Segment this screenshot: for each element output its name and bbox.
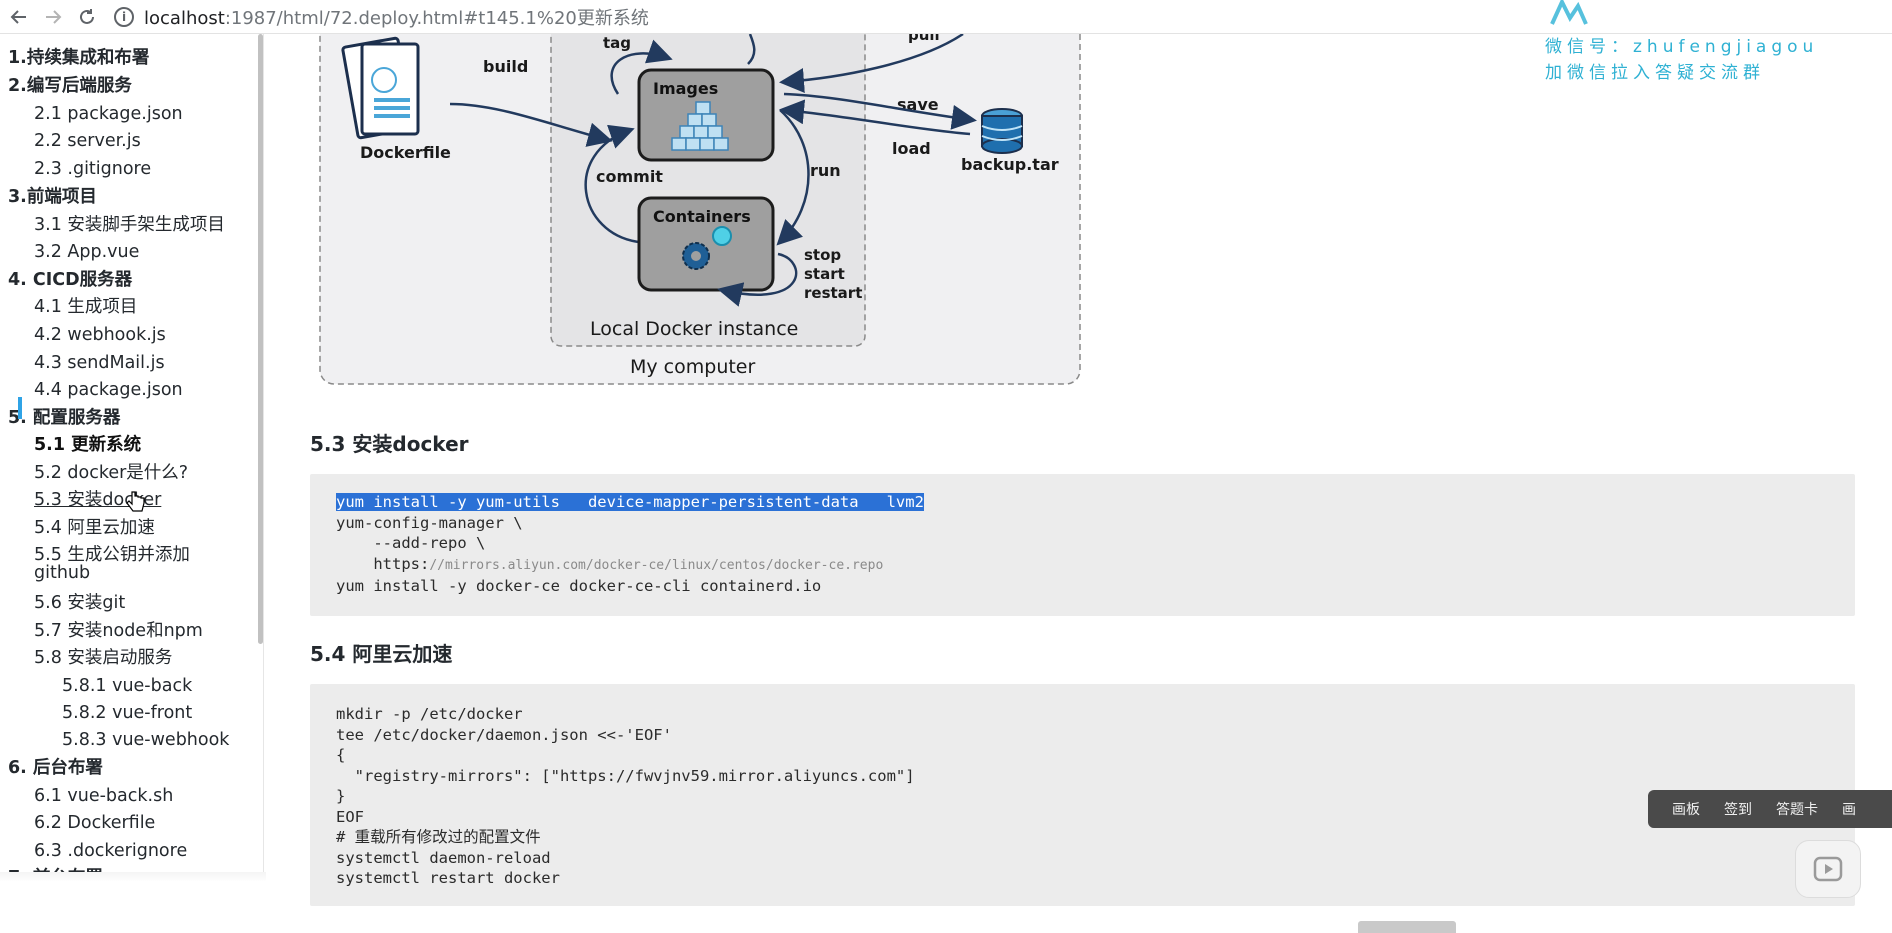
- reload-icon: [80, 8, 94, 24]
- build-label: build: [483, 57, 528, 76]
- toc-item[interactable]: 5.8.3 vue-webhook: [62, 728, 229, 752]
- code-line: https://mirrors.aliyun.com/docker-ce/lin…: [336, 555, 883, 573]
- docker-diagram: Dockerfile build tag pull Images save lo…: [319, 34, 1081, 385]
- toolbar-item[interactable]: 签到: [1724, 799, 1752, 819]
- code-line: yum-config-manager \: [336, 513, 523, 532]
- address-bar[interactable]: i localhost:1987/html/72.deploy.html#t14…: [114, 2, 649, 32]
- toc-item[interactable]: 4.1 生成项目: [34, 295, 137, 319]
- code-comment: //mirrors.aliyun.com/docker-ce/linux/cen…: [429, 557, 884, 573]
- toc-item[interactable]: 6.2 Dockerfile: [34, 811, 155, 835]
- toc-item[interactable]: 3.2 App.vue: [34, 240, 139, 264]
- toc-item[interactable]: 5.1 更新系统: [34, 433, 141, 457]
- hand-cursor-icon: [126, 491, 145, 512]
- database-icon: [981, 108, 1023, 154]
- code-block-aliyun-mirror[interactable]: mkdir -p /etc/docker tee /etc/docker/dae…: [310, 684, 1855, 906]
- section-heading-aliyun-mirror: 5.4 阿里云加速: [310, 642, 453, 666]
- toolbar-item[interactable]: 答题卡: [1776, 799, 1818, 819]
- code-line: tee /etc/docker/daemon.json <<-'EOF': [336, 725, 672, 744]
- code-text: https:: [336, 554, 430, 573]
- code-line-selected[interactable]: yum install -y yum-utils device-mapper-p…: [336, 493, 924, 511]
- toc-sidebar: 1.持续集成和布署 2.编写后端服务 2.1 package.json 2.2 ser…: [0, 34, 264, 878]
- url-path: :1987/html/72.deploy.html#t145.1%20更新系统: [224, 7, 649, 29]
- toc-item[interactable]: 4. CICD服务器: [8, 268, 132, 292]
- restart-label: restart: [804, 284, 862, 302]
- section-heading-install-docker: 5.3 安装docker: [310, 432, 469, 456]
- toc-item[interactable]: 2.编写后端服务: [8, 74, 132, 98]
- pull-label: pull: [908, 34, 940, 44]
- toc-item[interactable]: 4.3 sendMail.js: [34, 351, 165, 375]
- my-computer-label: My computer: [630, 356, 755, 378]
- bottom-element: [1358, 921, 1456, 933]
- run-label: run: [810, 161, 841, 180]
- arrow-left-icon: [10, 9, 26, 24]
- url-host: localhost: [144, 7, 225, 29]
- forward-button[interactable]: [38, 2, 68, 32]
- containers-label: Containers: [653, 207, 751, 226]
- toolbar-item[interactable]: 画: [1842, 799, 1856, 819]
- browser-toolbar: i localhost:1987/html/72.deploy.html#t14…: [0, 0, 1892, 34]
- sidebar-bottom-edge: [0, 872, 266, 882]
- backup-label: backup.tar: [961, 155, 1059, 174]
- toc-item[interactable]: 1.持续集成和布署: [8, 46, 149, 70]
- back-button[interactable]: [4, 2, 34, 32]
- code-block-install-docker[interactable]: yum install -y yum-utils device-mapper-p…: [310, 474, 1855, 616]
- toc-item[interactable]: 5.2 docker是什么?: [34, 461, 188, 485]
- code-content[interactable]: yum install -y yum-utils device-mapper-p…: [336, 492, 924, 597]
- toc-item[interactable]: 5. 配置服务器: [8, 406, 120, 430]
- toc-item[interactable]: 6. 后台布署: [8, 756, 103, 780]
- toc-item[interactable]: 2.3 .gitignore: [34, 157, 151, 181]
- watermark-wechat: 微信号：zhufengjiagou: [1545, 37, 1819, 57]
- commit-label: commit: [596, 167, 663, 186]
- start-label: start: [804, 265, 845, 283]
- logo-icon: [1550, 0, 1588, 25]
- code-line: # 重载所有修改过的配置文件: [336, 828, 541, 846]
- toc-item[interactable]: 5.7 安装node和npm: [34, 619, 203, 643]
- local-instance-label: Local Docker instance: [590, 318, 798, 340]
- code-line: --add-repo \: [336, 534, 486, 552]
- play-icon: [1813, 856, 1843, 882]
- toc-item[interactable]: 5.8.2 vue-front: [62, 701, 192, 725]
- toc-item[interactable]: github: [34, 561, 90, 585]
- toc-item[interactable]: 5.4 阿里云加速: [34, 516, 155, 540]
- code-line: EOF: [336, 807, 364, 826]
- tag-label: tag: [603, 34, 631, 52]
- images-label: Images: [653, 79, 718, 98]
- toc-item[interactable]: 6.1 vue-back.sh: [34, 784, 173, 808]
- toc-item[interactable]: 5.8 安装启动服务: [34, 646, 172, 670]
- toc-item[interactable]: 6.3 .dockerignore: [34, 839, 187, 863]
- toolbar-item[interactable]: 画板: [1672, 799, 1700, 819]
- code-line: {: [336, 746, 346, 764]
- code-line: "registry-mirrors": ["https://fwvjnv59.m…: [336, 766, 915, 785]
- floating-toolbar: 画板 签到 答题卡 画: [1648, 790, 1892, 828]
- code-line: yum install -y docker-ce docker-ce-cli c…: [336, 577, 822, 595]
- toc-item[interactable]: 4.2 webhook.js: [34, 323, 166, 347]
- load-label: load: [892, 139, 931, 158]
- code-line: }: [336, 787, 346, 805]
- toc-item[interactable]: 3.前端项目: [8, 185, 97, 209]
- toc-active-indicator: [18, 397, 22, 419]
- toc-item[interactable]: 2.1 package.json: [34, 102, 183, 126]
- code-line: systemctl restart docker: [336, 869, 560, 887]
- toc-item[interactable]: 4.4 package.json: [34, 378, 183, 402]
- code-line: systemctl daemon-reload: [336, 848, 551, 867]
- play-button[interactable]: [1795, 840, 1861, 898]
- toc-item[interactable]: 5.6 安装git: [34, 591, 125, 615]
- toc-item[interactable]: 5.8.1 vue-back: [62, 674, 192, 698]
- code-line: mkdir -p /etc/docker: [336, 705, 523, 723]
- reload-button[interactable]: [72, 2, 102, 32]
- arrow-right-icon: [46, 9, 62, 24]
- sidebar-scrollbar[interactable]: [258, 34, 263, 644]
- dockerfile-label: Dockerfile: [360, 143, 451, 162]
- toc-item[interactable]: 3.1 安装脚手架生成项目: [34, 213, 225, 237]
- stop-label: stop: [804, 246, 841, 264]
- watermark-group: 加微信拉入答疑交流群: [1545, 63, 1765, 83]
- watermark-logo: [1548, 0, 1588, 33]
- info-icon[interactable]: i: [114, 6, 134, 27]
- code-content[interactable]: mkdir -p /etc/docker tee /etc/docker/dae…: [336, 704, 915, 889]
- url-text[interactable]: localhost:1987/html/72.deploy.html#t145.…: [144, 4, 649, 30]
- toc-item[interactable]: 2.2 server.js: [34, 129, 141, 153]
